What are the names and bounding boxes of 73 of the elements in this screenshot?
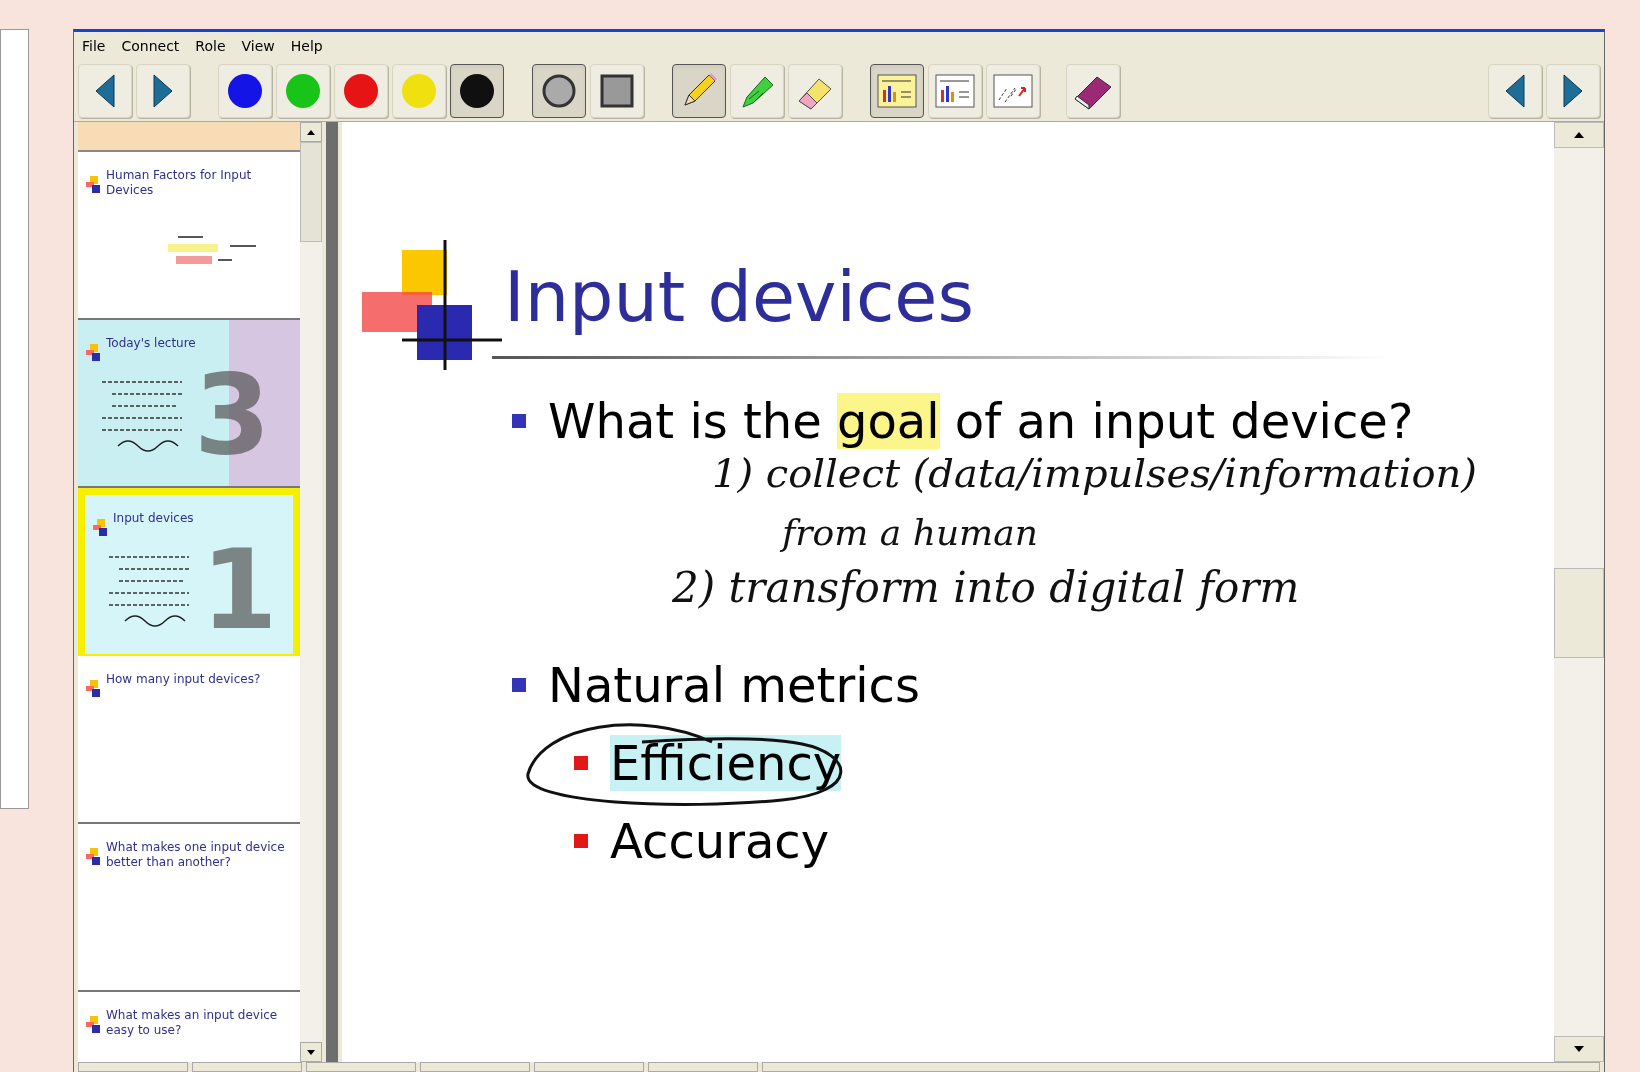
forward-button[interactable] bbox=[136, 63, 190, 118]
menu-item[interactable]: Role bbox=[195, 35, 226, 57]
highlighter-button[interactable] bbox=[730, 63, 784, 118]
slide-number: 1 bbox=[201, 535, 278, 645]
slide-thumbnail[interactable]: Today's lecture 3 bbox=[78, 320, 300, 488]
pen-button[interactable] bbox=[672, 63, 726, 118]
pen-color-swatch bbox=[226, 71, 264, 110]
scroll-up-button[interactable] bbox=[1554, 122, 1604, 148]
bullet-text: What is the goal of an input device? bbox=[548, 392, 1414, 451]
pen-color-swatch bbox=[342, 71, 380, 110]
menu-item[interactable]: File bbox=[82, 35, 106, 57]
down-arrow-icon bbox=[307, 1049, 315, 1055]
scroll-down-button[interactable] bbox=[300, 1042, 322, 1062]
forward-arrow-icon bbox=[1562, 72, 1584, 109]
forward-button[interactable] bbox=[1546, 63, 1600, 118]
thumbnail-title: How many input devices? bbox=[106, 672, 261, 687]
back-arrow-icon bbox=[1504, 72, 1526, 109]
up-arrow-icon bbox=[307, 129, 315, 135]
eraser-button[interactable] bbox=[788, 63, 842, 118]
back-arrow-icon bbox=[94, 72, 116, 109]
scrollbar[interactable] bbox=[300, 122, 322, 1062]
slide-logo-icon bbox=[86, 344, 102, 362]
ink-view-icon bbox=[993, 73, 1033, 108]
menu-item[interactable]: Help bbox=[290, 35, 323, 57]
slide-thumbnail[interactable]: Human Factors for Input Devices bbox=[78, 152, 300, 320]
scroll-up-button[interactable] bbox=[300, 122, 322, 142]
bullet-icon bbox=[574, 834, 588, 848]
slide-thumbnail[interactable]: What makes an input device easy to use? bbox=[78, 992, 300, 1062]
thumbnail-title: What makes one input device better than another? bbox=[106, 840, 286, 870]
round-tip-icon bbox=[541, 72, 577, 109]
up-arrow-icon bbox=[1574, 132, 1584, 138]
slide-logo-icon bbox=[93, 519, 109, 537]
menu-item[interactable]: View bbox=[241, 35, 275, 57]
slide-thumbnail[interactable]: How many input devices? bbox=[78, 656, 300, 824]
pen-color-swatch bbox=[458, 71, 496, 110]
slide-logo-icon bbox=[86, 176, 102, 194]
down-arrow-icon bbox=[1574, 1046, 1584, 1052]
view-button[interactable] bbox=[870, 63, 924, 118]
pen-color-swatch bbox=[400, 71, 438, 110]
thumbnail-title: Human Factors for Input Devices bbox=[106, 168, 253, 198]
back-button[interactable] bbox=[1488, 63, 1542, 118]
bullet-text: Accuracy bbox=[610, 812, 830, 871]
bullet-icon bbox=[574, 756, 588, 770]
square-tip-icon bbox=[599, 72, 635, 109]
thumbnail-title: What makes an input device easy to use? bbox=[106, 1008, 279, 1038]
slide-logo-icon bbox=[86, 1016, 102, 1034]
slide-logo-icon bbox=[86, 680, 102, 698]
bullet-text: Natural metrics bbox=[548, 656, 920, 715]
forward-arrow-icon bbox=[152, 72, 174, 109]
menu-item[interactable]: Connect bbox=[121, 35, 180, 57]
slide-title: Input devices bbox=[504, 254, 974, 340]
slide-view-icon bbox=[877, 73, 917, 108]
scrollbar[interactable] bbox=[1554, 122, 1604, 1062]
slide-thumbnail[interactable] bbox=[78, 122, 300, 152]
scroll-thumb[interactable] bbox=[300, 142, 322, 242]
back-button[interactable] bbox=[78, 63, 132, 118]
slide-thumbnail[interactable]: What makes one input device better than another? bbox=[78, 824, 300, 992]
color-button[interactable] bbox=[450, 63, 504, 118]
clear-ink-button[interactable] bbox=[1066, 63, 1120, 118]
pen-tip-button[interactable] bbox=[532, 63, 586, 118]
thumbnail-title: Today's lecture bbox=[106, 336, 196, 351]
handwritten-note: 2) transform into digital form bbox=[672, 562, 1300, 614]
slide-number: 3 bbox=[194, 360, 271, 470]
scroll-thumb[interactable] bbox=[1554, 568, 1604, 658]
slide-logo-icon bbox=[86, 848, 102, 866]
thumbnail-title: Input devices bbox=[113, 511, 194, 526]
bullet-icon bbox=[512, 414, 526, 428]
handwritten-note: 1) collect (data/impulses/information) bbox=[712, 449, 1477, 498]
pen-color-swatch bbox=[284, 71, 322, 110]
bullet-icon bbox=[512, 678, 526, 692]
scroll-down-button[interactable] bbox=[1554, 1036, 1604, 1062]
slide-thumbnail[interactable]: Input devices 1 bbox=[78, 488, 300, 656]
slide-view-icon bbox=[935, 73, 975, 108]
